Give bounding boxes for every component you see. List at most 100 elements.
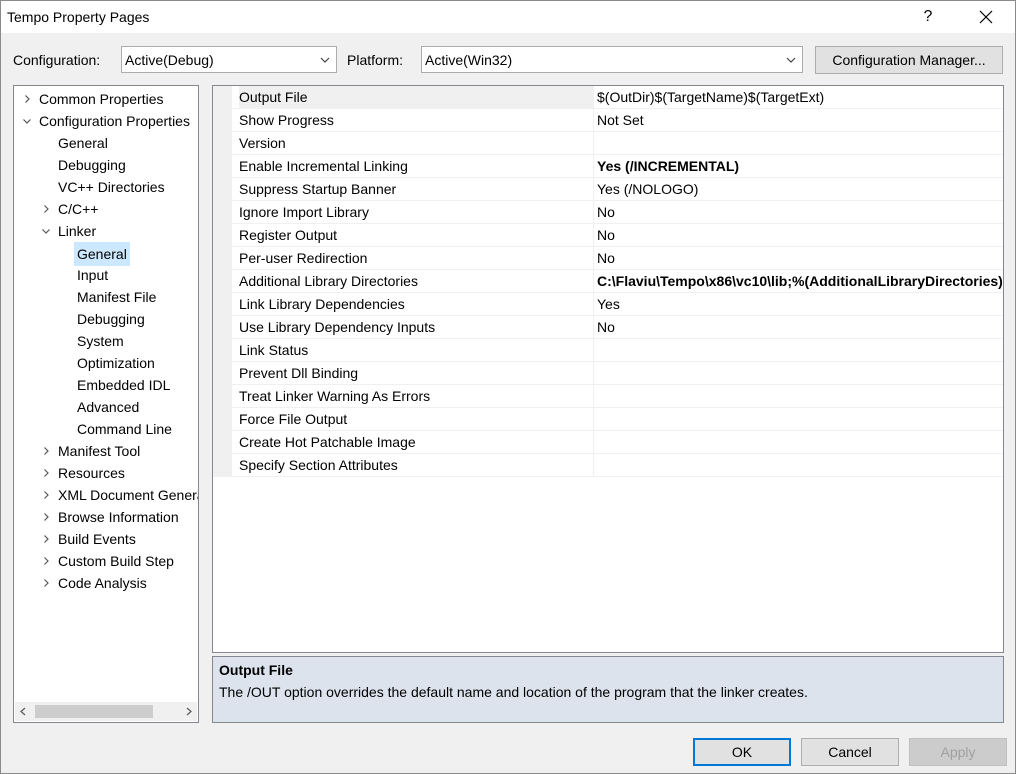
- scroll-left-icon[interactable]: [19, 707, 27, 716]
- tree-item-c-cpp[interactable]: C/C++: [14, 198, 198, 220]
- property-row[interactable]: Version: [213, 132, 1003, 155]
- tree-item-linker-system[interactable]: System: [14, 330, 198, 352]
- property-value[interactable]: [597, 385, 1003, 408]
- tree-item-vc-directories[interactable]: VC++ Directories: [14, 176, 198, 198]
- property-value[interactable]: Yes (/INCREMENTAL): [597, 155, 1003, 178]
- chevron-right-icon[interactable]: [41, 468, 51, 478]
- column-separator[interactable]: [593, 362, 594, 385]
- property-value[interactable]: [597, 408, 1003, 431]
- property-row[interactable]: Specify Section Attributes: [213, 454, 1003, 477]
- property-row[interactable]: Ignore Import Library No: [213, 201, 1003, 224]
- tree-item-linker-debugging[interactable]: Debugging: [14, 308, 198, 330]
- chevron-right-icon[interactable]: [41, 512, 51, 522]
- chevron-right-icon[interactable]: [41, 556, 51, 566]
- platform-combo[interactable]: Active(Win32): [421, 46, 803, 73]
- tree-item-linker-embedded-idl[interactable]: Embedded IDL: [14, 374, 198, 396]
- property-row[interactable]: Output File $(OutDir)$(TargetName)$(Targe…: [213, 86, 1003, 109]
- column-separator[interactable]: [593, 385, 594, 408]
- property-value[interactable]: No: [597, 201, 1003, 224]
- chevron-right-icon[interactable]: [41, 534, 51, 544]
- configuration-manager-button[interactable]: Configuration Manager...: [815, 46, 1003, 74]
- column-separator[interactable]: [593, 316, 594, 339]
- property-row[interactable]: Link Status: [213, 339, 1003, 362]
- property-value[interactable]: Yes: [597, 293, 1003, 316]
- tree-item-build-events[interactable]: Build Events: [14, 528, 198, 550]
- tree-item-linker-general[interactable]: General: [14, 242, 198, 266]
- close-button[interactable]: [963, 1, 1009, 33]
- chevron-right-icon[interactable]: [41, 204, 51, 214]
- tree-item-manifest-tool[interactable]: Manifest Tool: [14, 440, 198, 462]
- property-row[interactable]: Link Library Dependencies Yes: [213, 293, 1003, 316]
- column-separator[interactable]: [593, 339, 594, 362]
- tree-item-resources[interactable]: Resources: [14, 462, 198, 484]
- property-value[interactable]: Yes (/NOLOGO): [597, 178, 1003, 201]
- chevron-right-icon[interactable]: [22, 94, 32, 104]
- column-separator[interactable]: [593, 454, 594, 477]
- ok-button[interactable]: OK: [693, 738, 791, 766]
- tree-item-linker-advanced[interactable]: Advanced: [14, 396, 198, 418]
- property-row[interactable]: Create Hot Patchable Image: [213, 431, 1003, 454]
- property-row[interactable]: Force File Output: [213, 408, 1003, 431]
- column-separator[interactable]: [593, 270, 594, 293]
- column-separator[interactable]: [593, 408, 594, 431]
- tree-horizontal-scrollbar[interactable]: [15, 702, 197, 721]
- property-value[interactable]: [597, 362, 1003, 385]
- scroll-right-icon[interactable]: [185, 707, 193, 716]
- tree-item-linker-optimization[interactable]: Optimization: [14, 352, 198, 374]
- chevron-right-icon[interactable]: [41, 578, 51, 588]
- property-row[interactable]: Additional Library Directories C:\Flaviu\…: [213, 270, 1003, 293]
- column-separator[interactable]: [593, 178, 594, 201]
- help-button[interactable]: ?: [905, 1, 951, 33]
- property-row[interactable]: Show Progress Not Set: [213, 109, 1003, 132]
- property-row[interactable]: Prevent Dll Binding: [213, 362, 1003, 385]
- chevron-down-icon[interactable]: [41, 226, 51, 236]
- column-separator[interactable]: [593, 293, 594, 316]
- chevron-right-icon[interactable]: [41, 490, 51, 500]
- tree-item-linker-manifest-file[interactable]: Manifest File: [14, 286, 198, 308]
- property-value[interactable]: C:\Flaviu\Tempo\x86\vc10\lib;%(Additiona…: [597, 270, 1003, 293]
- column-separator[interactable]: [593, 86, 594, 109]
- tree-item-code-analysis[interactable]: Code Analysis: [14, 572, 198, 594]
- property-value[interactable]: No: [597, 224, 1003, 247]
- property-row[interactable]: Register Output No: [213, 224, 1003, 247]
- column-separator[interactable]: [593, 224, 594, 247]
- tree-item-linker-command-line[interactable]: Command Line: [14, 418, 198, 440]
- tree-item-browse-information[interactable]: Browse Information: [14, 506, 198, 528]
- property-value[interactable]: [597, 132, 1003, 155]
- property-value[interactable]: No: [597, 316, 1003, 339]
- property-value[interactable]: [597, 431, 1003, 454]
- tree-item-common-properties[interactable]: Common Properties: [14, 88, 198, 110]
- property-value[interactable]: Not Set: [597, 109, 1003, 132]
- apply-button[interactable]: Apply: [909, 738, 1007, 766]
- column-separator[interactable]: [593, 431, 594, 454]
- property-grid[interactable]: Output File $(OutDir)$(TargetName)$(Targe…: [212, 85, 1004, 653]
- category-tree[interactable]: Common Properties Configuration Propertie…: [13, 85, 199, 723]
- property-value[interactable]: $(OutDir)$(TargetName)$(TargetExt): [597, 86, 1003, 109]
- column-separator[interactable]: [593, 132, 594, 155]
- row-gutter: [213, 201, 232, 224]
- chevron-right-icon[interactable]: [41, 446, 51, 456]
- configuration-combo[interactable]: Active(Debug): [121, 46, 337, 73]
- cancel-button[interactable]: Cancel: [801, 738, 899, 766]
- property-value[interactable]: [597, 454, 1003, 477]
- property-value[interactable]: [597, 339, 1003, 362]
- tree-item-linker-input[interactable]: Input: [14, 264, 198, 286]
- scrollbar-thumb[interactable]: [35, 705, 153, 718]
- property-row[interactable]: Suppress Startup Banner Yes (/NOLOGO): [213, 178, 1003, 201]
- column-separator[interactable]: [593, 155, 594, 178]
- property-row[interactable]: Treat Linker Warning As Errors: [213, 385, 1003, 408]
- column-separator[interactable]: [593, 201, 594, 224]
- tree-item-custom-build-step[interactable]: Custom Build Step: [14, 550, 198, 572]
- column-separator[interactable]: [593, 109, 594, 132]
- column-separator[interactable]: [593, 247, 594, 270]
- property-row[interactable]: Enable Incremental Linking Yes (/INCREMEN…: [213, 155, 1003, 178]
- chevron-down-icon[interactable]: [22, 116, 32, 126]
- tree-item-linker[interactable]: Linker: [14, 220, 198, 242]
- property-row[interactable]: Per-user Redirection No: [213, 247, 1003, 270]
- property-value[interactable]: No: [597, 247, 1003, 270]
- tree-item-general[interactable]: General: [14, 132, 198, 154]
- tree-item-configuration-properties[interactable]: Configuration Properties: [14, 110, 198, 132]
- tree-item-debugging[interactable]: Debugging: [14, 154, 198, 176]
- property-row[interactable]: Use Library Dependency Inputs No: [213, 316, 1003, 339]
- tree-item-xml-document-generator[interactable]: XML Document Generator: [14, 484, 198, 506]
